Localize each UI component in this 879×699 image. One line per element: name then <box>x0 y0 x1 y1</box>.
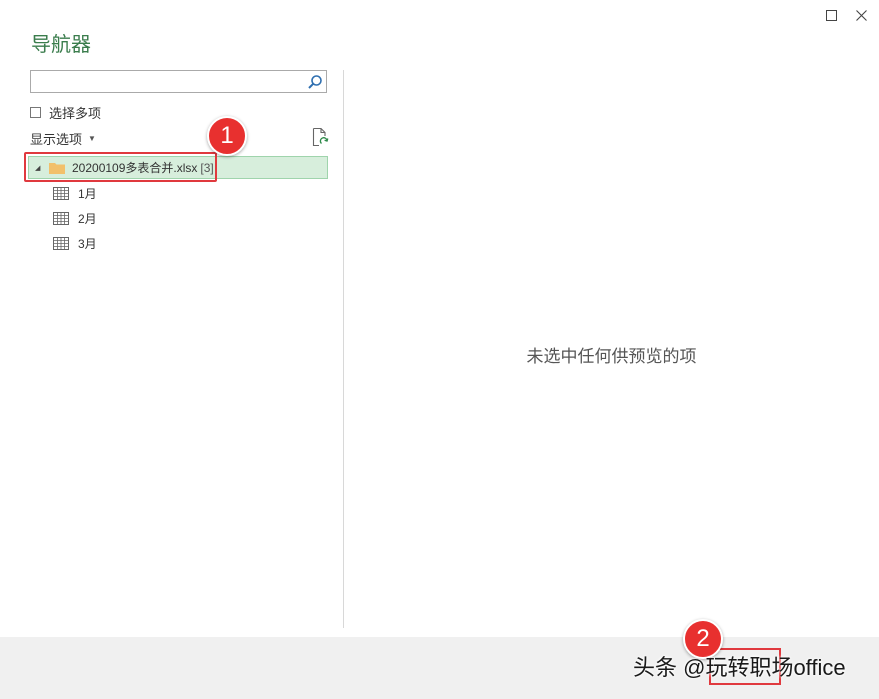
display-options-dropdown[interactable]: 显示选项 ▼ <box>30 129 96 148</box>
table-icon <box>53 237 69 250</box>
refresh-document-icon <box>312 127 329 147</box>
tree-item-label: 2月 <box>78 212 97 226</box>
search-button[interactable] <box>307 74 323 90</box>
tree-item-sheet[interactable]: 1月 <box>53 185 97 202</box>
tree-item-sheet[interactable]: 3月 <box>53 235 97 252</box>
tree-item-label: 1月 <box>78 187 97 201</box>
display-options-label: 显示选项 <box>30 132 83 147</box>
select-multiple-checkbox[interactable] <box>30 107 41 118</box>
tree-item-label: 3月 <box>78 237 97 251</box>
close-button[interactable] <box>850 4 872 26</box>
search-box[interactable] <box>30 70 327 93</box>
maximize-button[interactable] <box>820 4 842 26</box>
search-icon <box>308 75 322 89</box>
watermark: 头条 @玩转职场office <box>633 655 846 680</box>
select-multiple[interactable]: 选择多项 <box>30 103 101 122</box>
maximize-icon <box>825 9 837 21</box>
close-icon <box>855 9 867 21</box>
dropdown-arrow-icon: ▼ <box>88 134 96 143</box>
annotation-badge: 1 <box>207 116 247 156</box>
dialog-title: 导航器 <box>31 34 91 56</box>
annotation-highlight-box <box>24 152 217 182</box>
select-multiple-label: 选择多项 <box>49 106 102 121</box>
refresh-button[interactable] <box>311 127 329 147</box>
table-icon <box>53 212 69 225</box>
search-input[interactable] <box>34 72 308 93</box>
preview-empty-message: 未选中任何供预览的项 <box>526 347 697 366</box>
tree-item-sheet[interactable]: 2月 <box>53 210 97 227</box>
table-icon <box>53 187 69 200</box>
